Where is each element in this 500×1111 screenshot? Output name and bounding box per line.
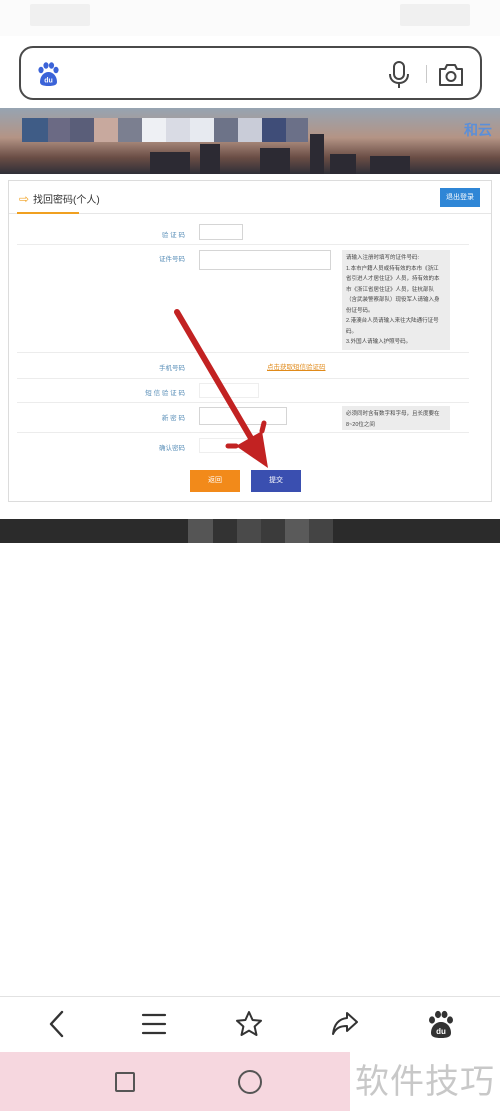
share-icon[interactable] xyxy=(330,1009,360,1039)
banner-skyline xyxy=(260,148,290,174)
banner-skyline xyxy=(310,134,324,174)
phone-label: 手机号码 xyxy=(159,365,185,372)
banner-skyline xyxy=(370,156,410,174)
banner-skyline xyxy=(330,154,356,174)
watermark-text: 软件技巧 xyxy=(355,1062,495,1102)
banner-mosaic xyxy=(94,118,118,142)
banner-mosaic xyxy=(70,118,94,142)
strip-block xyxy=(261,519,285,543)
recover-password-panel: ⇨ 找回密码(个人) 退出登录 验 证 码 证件号码 请输入注册时填写的证件号码… xyxy=(8,180,492,502)
banner-mosaic xyxy=(214,118,238,142)
star-icon[interactable] xyxy=(234,1009,264,1039)
banner-mosaic xyxy=(286,118,308,142)
recent-apps-button[interactable] xyxy=(115,1072,135,1092)
confirm-password-row: 确认密码 xyxy=(17,433,469,461)
logout-button[interactable]: 退出登录 xyxy=(440,188,480,207)
sms-code-input[interactable] xyxy=(199,383,259,398)
panel-title: 找回密码(个人) xyxy=(33,195,100,206)
banner-skyline xyxy=(200,144,220,174)
strip-block xyxy=(309,519,333,543)
chevron-left-icon[interactable] xyxy=(42,1009,72,1039)
status-bar xyxy=(0,0,500,36)
new-password-label: 新 密 码 xyxy=(161,415,185,422)
get-sms-code-link[interactable]: 点击获取短信验证码 xyxy=(267,361,326,371)
captcha-input[interactable] xyxy=(199,224,243,240)
phone-row: 手机号码 点击获取短信验证码 xyxy=(17,353,469,379)
site-banner: 和云 xyxy=(0,108,500,174)
hint-line: 必须同时含有数字和字母，且长度要在 xyxy=(346,411,440,417)
panel-header: ⇨ 找回密码(个人) 退出登录 xyxy=(9,181,491,214)
captcha-label: 验 证 码 xyxy=(161,232,185,239)
camera-icon[interactable] xyxy=(437,62,465,88)
title-underline xyxy=(17,212,79,214)
strip-block xyxy=(213,519,237,543)
hint-line: 省引进人才居住证》人员，持有效的本 xyxy=(346,276,440,282)
banner-mosaic xyxy=(48,118,70,142)
new-password-input[interactable] xyxy=(199,407,287,425)
strip-block xyxy=(285,519,309,543)
id-number-input[interactable] xyxy=(199,250,331,270)
banner-logo: 和云 xyxy=(464,122,492,138)
mic-icon[interactable] xyxy=(387,61,411,89)
id-number-row: 证件号码 请输入注册时填写的证件号码: 1.本市户籍人员或持有效的本市《浙江 省… xyxy=(17,245,469,353)
hint-line: 市《浙江省居住证》人员，驻杭部队 xyxy=(346,286,435,293)
captcha-row: 验 证 码 xyxy=(17,219,469,245)
password-hint: 必须同时含有数字和字母，且长度要在 8~20位之间 xyxy=(342,406,450,430)
banner-skyline xyxy=(150,152,190,174)
svg-text:du: du xyxy=(436,1027,446,1036)
banner-mosaic xyxy=(190,118,214,142)
banner-mosaic xyxy=(238,118,262,142)
system-nav-bar xyxy=(0,1052,350,1111)
confirm-password-input[interactable] xyxy=(199,438,259,453)
banner-mosaic xyxy=(118,118,142,142)
baidu-paw-icon[interactable]: du xyxy=(426,1009,456,1039)
status-blur-block xyxy=(400,4,470,26)
strip-block xyxy=(188,519,213,543)
hint-line: 份证号码。 xyxy=(346,307,374,314)
menu-icon[interactable] xyxy=(139,1009,169,1039)
back-button[interactable]: 返回 xyxy=(190,470,240,492)
id-number-hint: 请输入注册时填写的证件号码: 1.本市户籍人员或持有效的本市《浙江 省引进人才居… xyxy=(342,250,450,350)
hint-line: （含武装警察部队）现役军人请输入身 xyxy=(346,297,440,303)
status-blur-block xyxy=(30,4,90,26)
id-number-label: 证件号码 xyxy=(159,256,185,263)
sms-code-row: 短 信 验 证 码 xyxy=(17,379,469,403)
new-password-row: 新 密 码 必须同时含有数字和字母，且长度要在 8~20位之间 xyxy=(17,403,469,433)
hint-line: 1.本市户籍人员或持有效的本市《浙江 xyxy=(346,265,439,272)
banner-mosaic xyxy=(142,118,166,142)
hint-line: 码。 xyxy=(346,328,358,335)
baidu-paw-icon: du xyxy=(38,62,59,86)
search-divider xyxy=(426,65,427,83)
confirm-password-label: 确认密码 xyxy=(159,445,185,452)
banner-mosaic xyxy=(262,118,286,142)
strip-block xyxy=(237,519,261,543)
submit-button[interactable]: 提交 xyxy=(251,470,301,492)
svg-text:du: du xyxy=(44,78,53,85)
home-button[interactable] xyxy=(238,1070,262,1094)
sms-code-label: 短 信 验 证 码 xyxy=(145,390,185,397)
browser-toolbar: du xyxy=(0,996,500,1052)
hint-line: 请输入注册时填写的证件号码: xyxy=(346,255,420,261)
banner-mosaic xyxy=(22,118,48,142)
hint-line: 8~20位之间 xyxy=(346,421,375,428)
footer-strip xyxy=(0,519,500,543)
banner-mosaic xyxy=(166,118,190,142)
arrow-right-icon: ⇨ xyxy=(19,192,30,206)
hint-line: 2.港澳台人员请输入来往大陆通行证号 xyxy=(346,318,439,324)
hint-line: 3.外国人请输入护照号码。 xyxy=(346,339,412,345)
search-bar[interactable]: du xyxy=(19,46,482,100)
screen: du 和云 ⇨ 找回密码(个人) 退出登录 验 证 码 证件号码 请输入注册时填… xyxy=(0,0,500,1111)
